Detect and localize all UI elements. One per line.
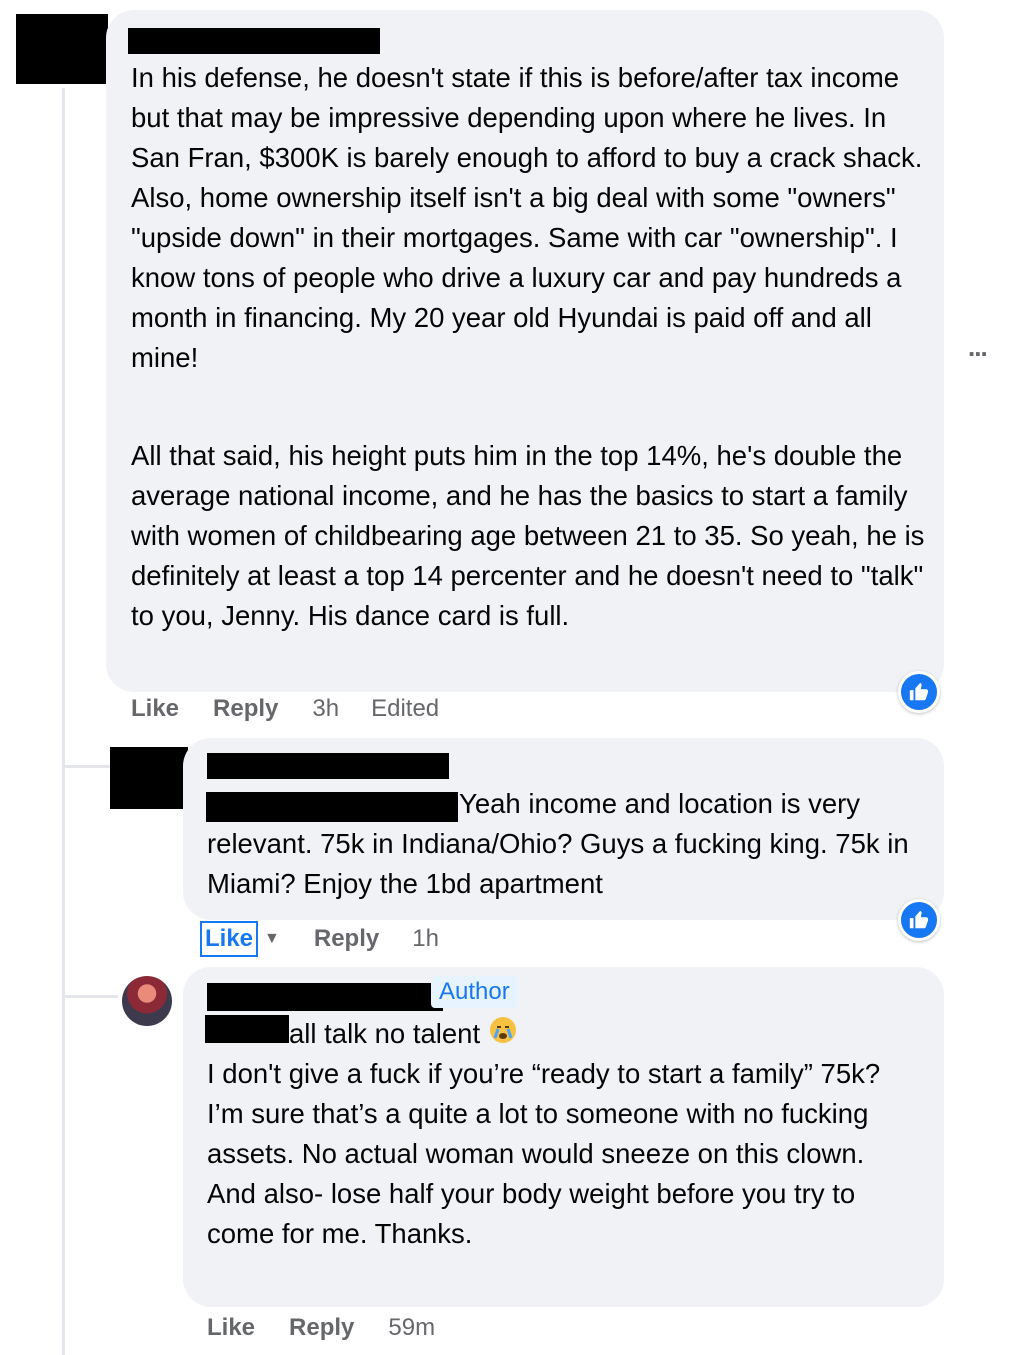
comment-3-text: I don't give a fuck if you’re “ready to …: [207, 1058, 881, 1249]
thread-line-branch-2: [62, 995, 118, 998]
comment-bubble-2: Yeah income and location is very relevan…: [183, 738, 944, 920]
comment-2-text: Yeah income and location is very relevan…: [207, 788, 917, 899]
dropdown-arrow-icon[interactable]: ▼: [264, 930, 280, 948]
author-avatar[interactable]: [122, 976, 172, 1026]
commenter-name-redacted[interactable]: [207, 753, 449, 779]
more-options-icon[interactable]: ...: [968, 332, 988, 363]
reply-button[interactable]: Reply: [213, 695, 278, 723]
comment-1-paragraph-1: In his defense, he doesn't state if this…: [131, 62, 929, 373]
mention-redacted[interactable]: [205, 1015, 289, 1043]
like-button-selected[interactable]: Like: [200, 921, 259, 957]
commenter-name-redacted[interactable]: [128, 28, 380, 54]
reply-button[interactable]: Reply: [314, 925, 379, 953]
comment-timestamp[interactable]: 1h: [412, 925, 439, 953]
author-badge: Author: [431, 976, 518, 1008]
like-reaction-badge-2[interactable]: [898, 899, 940, 941]
edited-label[interactable]: Edited: [371, 695, 439, 723]
like-thumb-icon: [909, 682, 929, 701]
reply-button[interactable]: Reply: [289, 1314, 354, 1342]
like-reaction-badge-1[interactable]: [898, 671, 940, 713]
comment-bubble-1: In his defense, he doesn't state if this…: [106, 10, 944, 692]
like-thumb-icon: [909, 910, 929, 929]
commenter-name-redacted[interactable]: [207, 983, 443, 1011]
comment-1-actions: Like Reply 3h Edited: [131, 695, 439, 723]
crying-emoji-icon: [488, 1015, 518, 1056]
comment-3-line-1: all talk no talent: [289, 1014, 518, 1056]
comment-bubble-3: Author all talk no talent I don't give a…: [183, 967, 944, 1307]
comment-1-paragraph-2: All that said, his height puts him in th…: [131, 440, 933, 631]
like-button[interactable]: Like: [207, 1314, 255, 1342]
comment-timestamp[interactable]: 3h: [312, 695, 339, 723]
thread-line-branch-1: [62, 765, 110, 768]
commenter-avatar-redacted: [16, 14, 108, 84]
commenter-avatar-redacted: [110, 747, 188, 809]
like-button[interactable]: Like: [131, 695, 179, 723]
comment-3-opening: all talk no talent: [289, 1018, 481, 1049]
comment-2-actions: Like ▼ Reply 1h: [200, 921, 439, 957]
comment-3-actions: Like Reply 59m: [207, 1314, 435, 1342]
comment-timestamp[interactable]: 59m: [388, 1314, 435, 1342]
thread-line-main: [62, 88, 65, 1355]
